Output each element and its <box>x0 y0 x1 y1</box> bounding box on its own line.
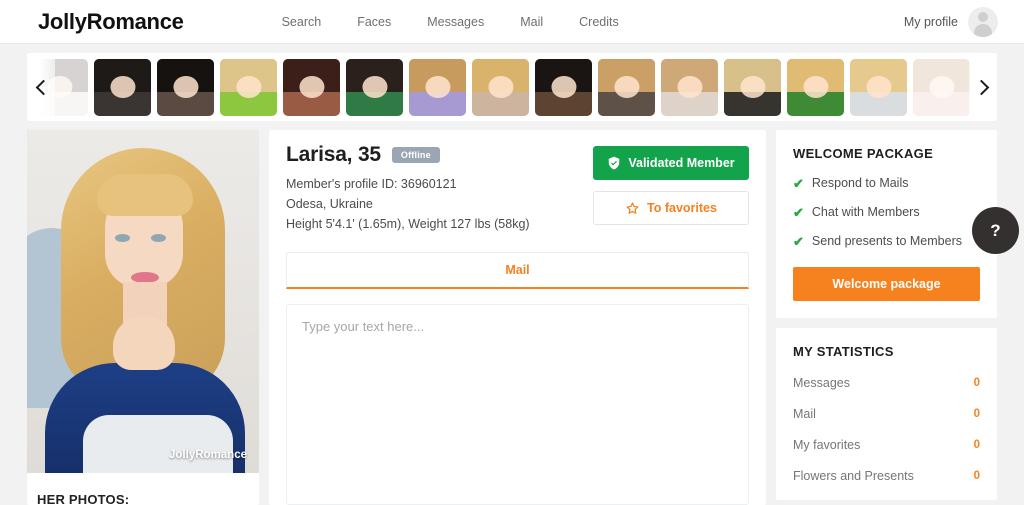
carousel-thumbnail[interactable] <box>598 58 655 116</box>
validated-member-label: Validated Member <box>628 156 735 170</box>
my-statistics-title: MY STATISTICS <box>793 344 894 359</box>
main-content: JollyRomance HER PHOTOS: Larisa, 35 Offl… <box>0 121 1024 505</box>
carousel-thumbnail[interactable] <box>220 58 277 116</box>
chevron-left-icon[interactable] <box>27 53 55 121</box>
photo-column: JollyRomance HER PHOTOS: <box>27 130 259 505</box>
profile-measurements: Height 5'4.1' (1.65m), Weight 127 lbs (5… <box>286 217 530 231</box>
profile-main-photo[interactable]: JollyRomance <box>27 130 259 473</box>
carousel-thumbnail[interactable] <box>913 58 970 116</box>
stat-value: 0 <box>973 439 980 451</box>
sidebar-column: WELCOME PACKAGE ✔ Respond to Mails ✔ Cha… <box>776 130 997 505</box>
carousel-thumbnail[interactable] <box>346 58 403 116</box>
shield-check-icon <box>609 156 620 170</box>
nav-item-faces[interactable]: Faces <box>357 15 391 29</box>
help-button[interactable]: ? <box>972 207 1019 254</box>
stat-label: Mail <box>793 407 816 421</box>
stat-label: Messages <box>793 376 850 390</box>
stat-row-my-favorites[interactable]: My favorites 0 <box>793 438 980 452</box>
check-icon: ✔ <box>793 233 804 249</box>
profile-name-row: Larisa, 35 Offline <box>286 143 530 167</box>
star-outline-icon <box>626 201 639 214</box>
my-profile-label: My profile <box>903 14 958 29</box>
nav-item-credits[interactable]: Credits <box>579 15 619 29</box>
stat-value: 0 <box>973 470 980 482</box>
carousel-thumbnail[interactable] <box>409 58 466 116</box>
welcome-package-card: WELCOME PACKAGE ✔ Respond to Mails ✔ Cha… <box>776 130 997 318</box>
welcome-package-title: WELCOME PACKAGE <box>793 146 934 161</box>
my-profile-area[interactable]: My profile <box>903 6 998 37</box>
stat-value: 0 <box>973 377 980 389</box>
carousel-thumbnail[interactable] <box>724 58 781 116</box>
to-favorites-button[interactable]: To favorites <box>593 191 749 225</box>
user-placeholder-icon[interactable] <box>968 6 998 37</box>
welcome-perk-respond-to-mails: ✔ Respond to Mails <box>793 176 980 190</box>
center-column: Larisa, 35 Offline Member's profile ID: … <box>269 130 766 505</box>
stat-row-messages[interactable]: Messages 0 <box>793 376 980 390</box>
profile-photo-card: JollyRomance HER PHOTOS: <box>27 130 259 505</box>
her-photos-heading: HER PHOTOS: <box>37 492 130 505</box>
main-navigation: Search Faces Messages Mail Credits <box>282 15 619 29</box>
carousel-thumbnail-strip <box>27 58 997 116</box>
nav-item-messages[interactable]: Messages <box>427 15 484 29</box>
member-carousel <box>27 53 997 121</box>
stat-label: My favorites <box>793 438 861 452</box>
validated-member-button[interactable]: Validated Member <box>593 146 749 180</box>
stat-row-flowers-and-presents[interactable]: Flowers and Presents 0 <box>793 469 980 483</box>
composer-tabs: Mail <box>286 252 749 289</box>
carousel-thumbnail[interactable] <box>283 58 340 116</box>
stat-label: Flowers and Presents <box>793 469 914 483</box>
to-favorites-label: To favorites <box>647 201 717 215</box>
nav-item-search[interactable]: Search <box>282 15 322 29</box>
profile-actions: Validated Member To favorites <box>593 143 749 225</box>
carousel-thumbnail[interactable] <box>787 58 844 116</box>
profile-member-id: Member's profile ID: 36960121 <box>286 177 457 191</box>
stat-value: 0 <box>973 408 980 420</box>
page-title: Larisa, 35 <box>286 143 381 166</box>
welcome-perk-chat-with-members: ✔ Chat with Members <box>793 205 980 219</box>
welcome-perk-send-presents: ✔ Send presents to Members <box>793 234 980 248</box>
welcome-perk-label: Chat with Members <box>811 205 920 219</box>
tab-mail[interactable]: Mail <box>505 263 529 277</box>
welcome-perk-label: Respond to Mails <box>811 176 909 190</box>
check-icon: ✔ <box>793 175 804 191</box>
message-placeholder: Type your text here... <box>302 319 425 334</box>
site-logo[interactable]: JollyRomance <box>38 9 184 35</box>
nav-item-mail[interactable]: Mail <box>520 15 543 29</box>
carousel-thumbnail[interactable] <box>661 58 718 116</box>
profile-meta: Member's profile ID: 36960121 Odesa, Ukr… <box>286 174 530 234</box>
carousel-thumbnail[interactable] <box>157 58 214 116</box>
welcome-package-button[interactable]: Welcome package <box>793 267 980 301</box>
site-header: JollyRomance Search Faces Messages Mail … <box>0 0 1024 44</box>
profile-header-row: Larisa, 35 Offline Member's profile ID: … <box>286 143 749 234</box>
stat-row-mail[interactable]: Mail 0 <box>793 407 980 421</box>
profile-details-card: Larisa, 35 Offline Member's profile ID: … <box>269 130 766 505</box>
message-textarea[interactable]: Type your text here... <box>286 304 749 505</box>
chevron-right-icon[interactable] <box>969 53 997 121</box>
photo-watermark: JollyRomance <box>169 449 247 461</box>
check-icon: ✔ <box>793 204 804 220</box>
carousel-thumbnail[interactable] <box>535 58 592 116</box>
welcome-perk-label: Send presents to Members <box>811 234 962 248</box>
status-badge: Offline <box>391 147 440 163</box>
profile-info-block: Larisa, 35 Offline Member's profile ID: … <box>286 143 530 234</box>
carousel-thumbnail[interactable] <box>472 58 529 116</box>
carousel-thumbnail[interactable] <box>94 58 151 116</box>
profile-location: Odesa, Ukraine <box>286 197 373 211</box>
carousel-thumbnail[interactable] <box>850 58 907 116</box>
my-statistics-card: MY STATISTICS Messages 0 Mail 0 My favor… <box>776 328 997 500</box>
